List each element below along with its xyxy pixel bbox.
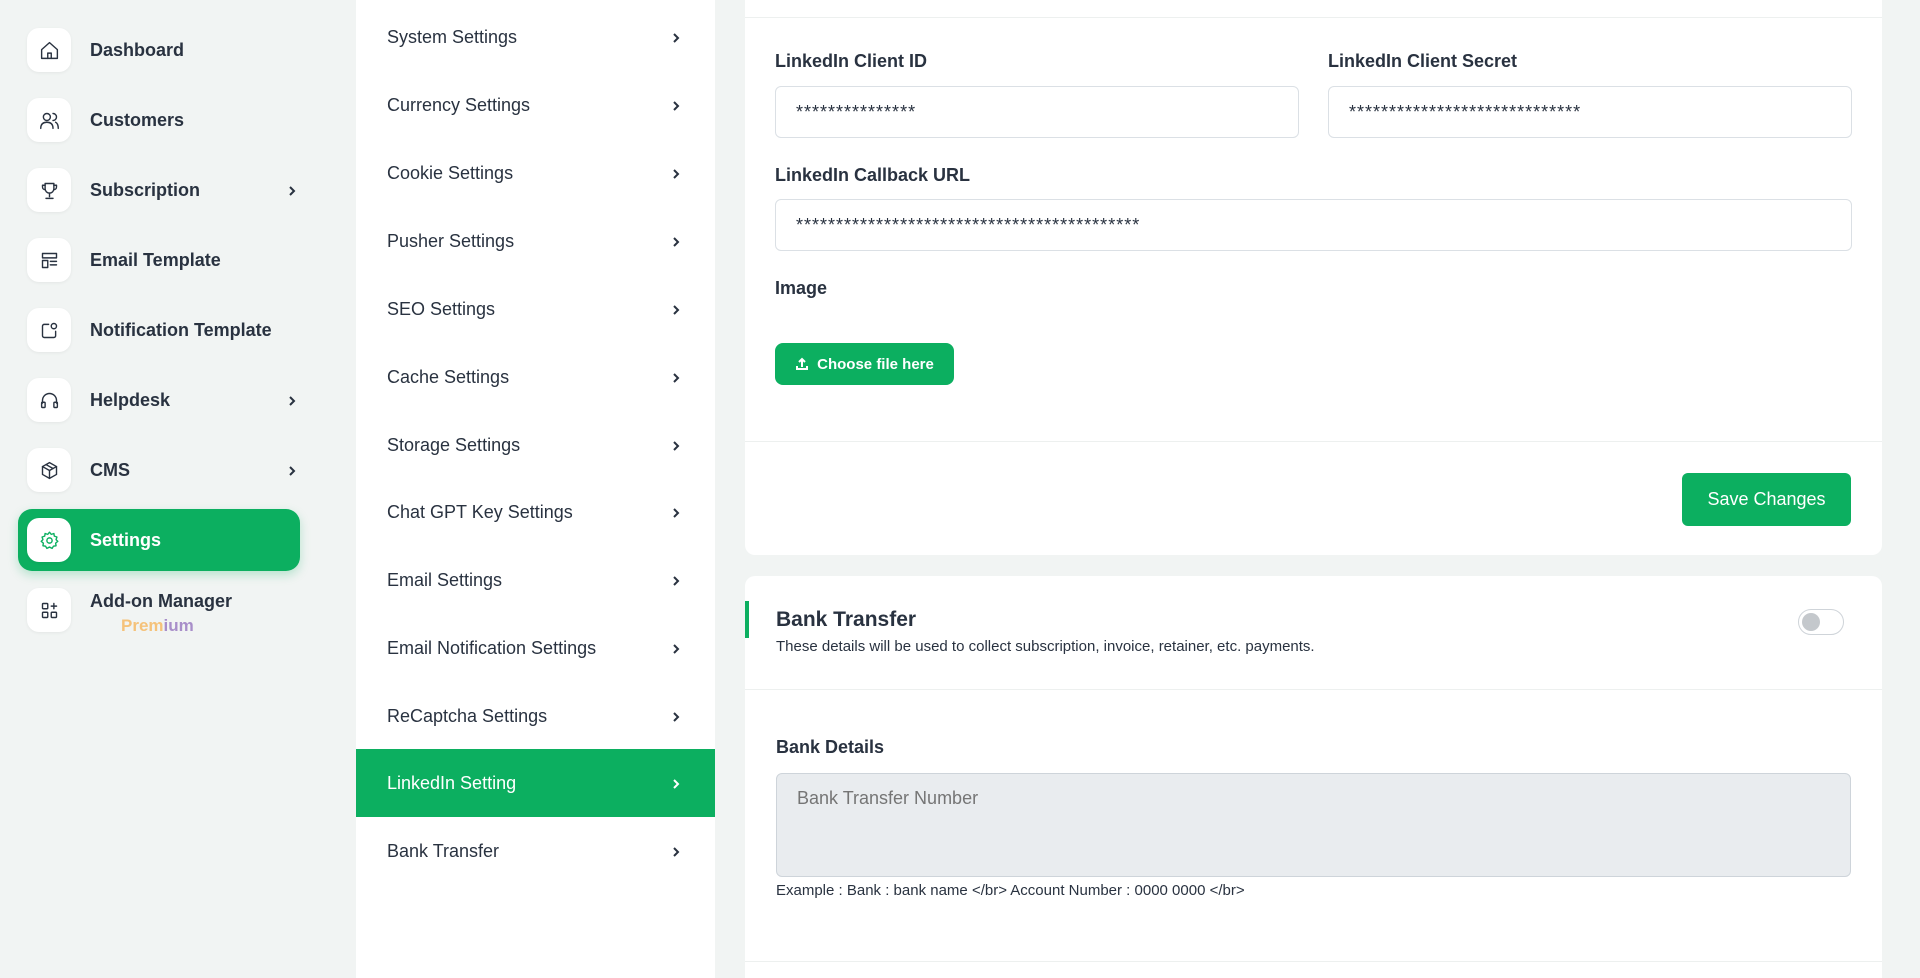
settings-menu-item[interactable]: Storage Settings [356,411,715,479]
chevron-right-icon [286,184,298,196]
sidebar-item-label: Customers [90,109,185,130]
settings-menu-item[interactable]: ReCaptcha Settings [356,682,715,750]
sidebar-item-email-template[interactable]: Email Template [18,229,300,291]
callback-url-label: LinkedIn Callback URL [775,165,971,185]
sidebar-item-dashboard[interactable]: Dashboard [18,19,300,81]
client-id-input[interactable] [775,86,1299,138]
sidebar-item-label: Notification Template [90,319,272,340]
bank-details-example: Example : Bank : bank name </br> Account… [776,882,1245,899]
chevron-right-icon [670,303,682,315]
settings-menu-item[interactable]: SEO Settings [356,275,715,343]
chevron-right-icon [670,371,682,383]
settings-menu-item[interactable]: System Settings [356,3,715,71]
gear-icon [27,518,71,562]
settings-menu-item[interactable]: Bank Transfer [356,817,715,885]
settings-menu-label: Chat GPT Key Settings [387,501,573,522]
bank-transfer-card: Bank Transfer These details will be used… [745,576,1882,978]
settings-menu: System Settings Currency Settings Cookie… [356,0,715,978]
settings-menu-label: Cookie Settings [387,162,514,183]
sidebar-item-subscription[interactable]: Subscription [18,159,300,221]
choose-file-label: Choose file here [817,355,934,373]
card-accent-bar [745,601,749,638]
sidebar-item-label: Add-on Manager [90,591,232,611]
upload-icon [796,357,809,370]
settings-menu-item[interactable]: Currency Settings [356,71,715,139]
chevron-right-icon [286,464,298,476]
image-label: Image [775,278,828,298]
settings-menu-item[interactable]: Cookie Settings [356,139,715,207]
home-icon [27,28,71,72]
linkedin-settings-card: LinkedIn Client ID LinkedIn Client Secre… [745,0,1882,555]
settings-menu-label: Email Settings [387,569,503,590]
chevron-right-icon [670,235,682,247]
sidebar-item-label: CMS [90,459,130,480]
settings-menu-label: System Settings [387,26,518,47]
bank-transfer-title: Bank Transfer [776,608,917,631]
sidebar-item-label: Helpdesk [90,389,171,410]
callback-url-input[interactable] [775,199,1852,251]
bank-transfer-subtitle: These details will be used to collect su… [776,638,1315,655]
settings-menu-label: Cache Settings [387,366,510,387]
toggle-knob [1802,613,1820,631]
chevron-right-icon [670,506,682,518]
sidebar-item-settings[interactable]: Settings [18,509,300,571]
chevron-right-icon [670,845,682,857]
chevron-right-icon [670,439,682,451]
settings-menu-item-active[interactable]: LinkedIn Setting [356,749,715,817]
sidebar-item-notification-template[interactable]: Notification Template [18,299,300,361]
settings-menu-label: Currency Settings [387,94,531,115]
divider [745,17,1882,18]
chevron-right-icon [670,574,682,586]
settings-menu-label: Bank Transfer [387,840,500,861]
settings-menu-label: SEO Settings [387,298,496,319]
users-icon [27,98,71,142]
chevron-right-icon [670,31,682,43]
bank-details-textarea[interactable] [776,773,1851,877]
sidebar-item-label: Subscription [90,179,201,200]
chevron-right-icon [670,777,682,789]
package-icon [27,448,71,492]
sidebar-item-label: Settings [90,529,162,550]
chevron-right-icon [670,642,682,654]
settings-menu-label: Pusher Settings [387,230,515,251]
sidebar-item-label: Email Template [90,249,221,270]
trophy-icon [27,168,71,212]
divider [745,961,1882,962]
sidebar: Dashboard Customers Subscription Email T… [0,0,330,978]
settings-menu-label: Storage Settings [387,434,521,455]
sidebar-item-helpdesk[interactable]: Helpdesk [18,369,300,431]
bank-details-label: Bank Details [776,737,885,757]
chevron-right-icon [670,99,682,111]
client-secret-input[interactable] [1328,86,1852,138]
save-button[interactable]: Save Changes [1682,473,1851,526]
client-secret-label: LinkedIn Client Secret [1328,51,1518,71]
divider [745,689,1882,690]
sidebar-item-customers[interactable]: Customers [18,89,300,151]
choose-file-button[interactable]: Choose file here [775,343,954,385]
settings-menu-item[interactable]: Pusher Settings [356,207,715,275]
settings-menu-item[interactable]: Email Settings [356,546,715,614]
premium-badge: Premium [121,616,194,635]
settings-menu-item[interactable]: Cache Settings [356,343,715,411]
headset-icon [27,378,71,422]
sidebar-item-label: Dashboard [90,39,185,60]
chevron-right-icon [670,167,682,179]
settings-menu-label: Email Notification Settings [387,637,597,658]
settings-menu-label: ReCaptcha Settings [387,705,548,726]
template-icon [27,238,71,282]
apps-add-icon [27,588,71,632]
settings-menu-label: LinkedIn Setting [387,772,517,793]
chevron-right-icon [286,394,298,406]
settings-menu-item[interactable]: Email Notification Settings [356,614,715,682]
settings-menu-item[interactable]: Chat GPT Key Settings [356,478,715,546]
bank-transfer-toggle[interactable] [1798,609,1844,635]
divider [745,441,1882,442]
notification-icon [27,308,71,352]
chevron-right-icon [670,710,682,722]
sidebar-item-cms[interactable]: CMS [18,439,300,501]
client-id-label: LinkedIn Client ID [775,51,928,71]
